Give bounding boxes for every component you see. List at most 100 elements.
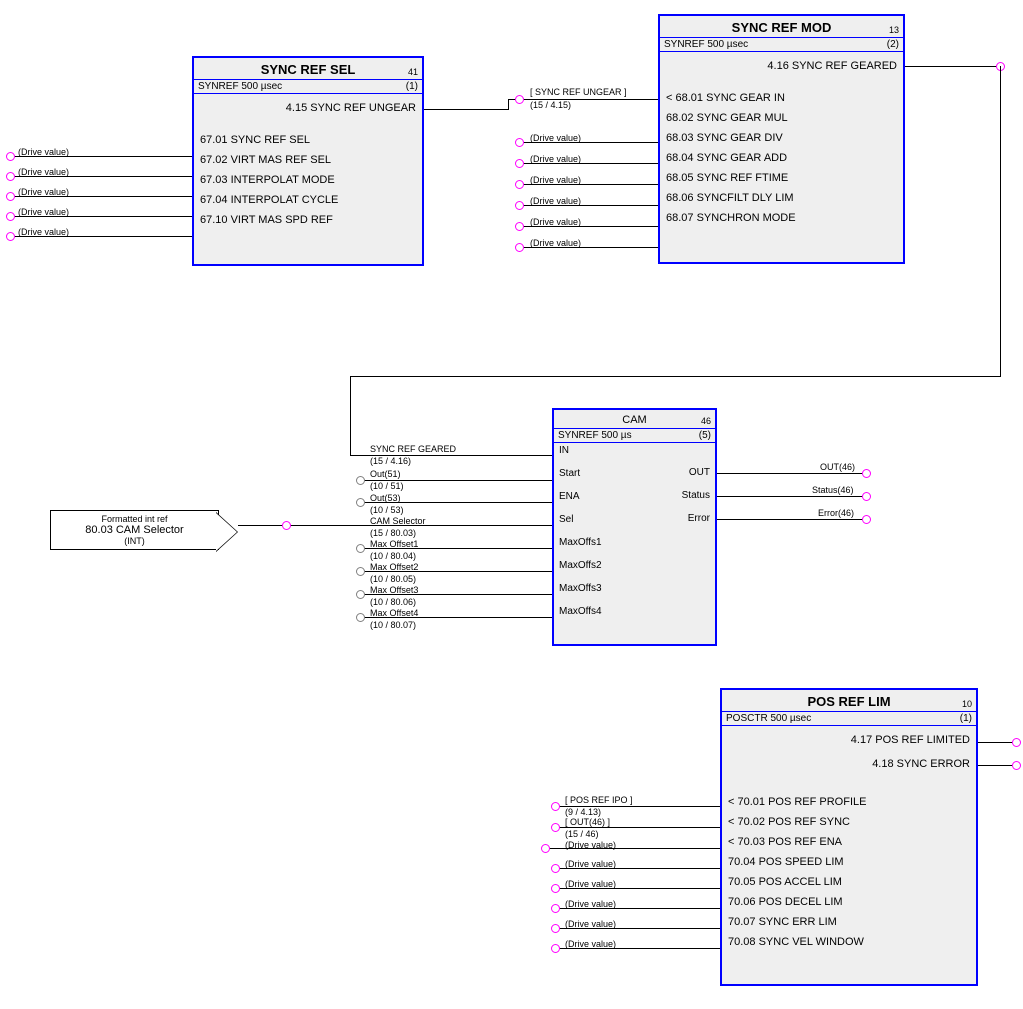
param-row: 70.06 POS DECEL LIM [722, 892, 976, 912]
selector-arrow-fill [216, 513, 237, 551]
pin [551, 802, 560, 811]
pin [551, 904, 560, 913]
param-row: 67.01 SYNC REF SEL [194, 130, 422, 150]
block-sync-ref-mod: SYNC REF MOD 13 SYNREF 500 µsec (2) 4.16… [658, 14, 905, 264]
pin [1012, 738, 1021, 747]
output-row: 4.15 SYNC REF UNGEAR [194, 94, 422, 122]
cam-selector-tag: Formatted int ref 80.03 CAM Selector (IN… [50, 510, 219, 550]
timing-row: SYNREF 500 µsec (1) [194, 79, 422, 94]
cam-out-label: OUT(46) [820, 462, 855, 472]
pin [551, 884, 560, 893]
pin [515, 243, 524, 252]
cam-in-port: ENA [554, 489, 634, 504]
pin [356, 590, 365, 599]
output-row: 4.16 SYNC REF GEARED [660, 52, 903, 80]
cam-out-label: Status(46) [812, 485, 854, 495]
param-row: < 68.01 SYNC GEAR IN [660, 88, 903, 108]
block-title: SYNC REF MOD 13 [660, 16, 903, 37]
drive-value-label: (Drive value) [530, 133, 581, 143]
drive-value-label: (Drive value) [530, 175, 581, 185]
param-row: 68.05 SYNC REF FTIME [660, 168, 903, 188]
wire [424, 109, 508, 110]
block-title: CAM 46 [554, 410, 715, 428]
pos-in-label: [ OUT(46) ] [565, 817, 610, 827]
cam-in-sub: (10 / 80.04) [370, 551, 416, 561]
pin [515, 159, 524, 168]
cam-out-label: Error(46) [818, 508, 854, 518]
block-title: POS REF LIM 10 [722, 690, 976, 711]
timing-right: (1) [960, 713, 972, 724]
timing-right: (2) [887, 39, 899, 50]
output-row: 4.18 SYNC ERROR [722, 754, 976, 774]
cam-in-label: CAM Selector [370, 516, 426, 526]
drive-value-label: (Drive value) [565, 859, 616, 869]
param-row: < 70.02 POS REF SYNC [722, 812, 976, 832]
cam-in-label: SYNC REF GEARED [370, 444, 456, 454]
param-row: < 70.01 POS REF PROFILE [722, 792, 976, 812]
wire [978, 765, 1016, 766]
block-pos-ref-lim: POS REF LIM 10 POSCTR 500 µsec (1) 4.17 … [720, 688, 978, 986]
timing-left: SYNREF 500 µsec [198, 81, 282, 92]
block-cam: CAM 46 SYNREF 500 µs (5) IN Start ENA Se… [552, 408, 717, 646]
pos-in-label: [ POS REF IPO ] [565, 795, 633, 805]
param-row: 68.06 SYNCFILT DLY LIM [660, 188, 903, 208]
wire [905, 66, 1000, 67]
cam-in-sub: (15 / 80.03) [370, 528, 416, 538]
cam-in-port: MaxOffs1 [554, 535, 634, 550]
block-index: 10 [962, 699, 972, 709]
block-index: 13 [889, 25, 899, 35]
cam-in-label: Max Offset4 [370, 608, 418, 618]
pin [6, 172, 15, 181]
pin [356, 613, 365, 622]
pin [515, 222, 524, 231]
wire [978, 742, 1016, 743]
pin [356, 498, 365, 507]
block-sync-ref-sel: SYNC REF SEL 41 SYNREF 500 µsec (1) 4.15… [192, 56, 424, 266]
selector-line1: Formatted int ref [57, 514, 212, 524]
pin [551, 944, 560, 953]
wire [350, 376, 1001, 377]
pin [6, 232, 15, 241]
drive-value-label: (Drive value) [565, 919, 616, 929]
drive-value-label: (Drive value) [565, 879, 616, 889]
block-title: SYNC REF SEL 41 [194, 58, 422, 79]
title-text: SYNC REF MOD [732, 20, 832, 35]
drive-value-label: (Drive value) [18, 227, 69, 237]
output-row: 4.17 POS REF LIMITED [722, 726, 976, 754]
drive-value-label: (Drive value) [565, 939, 616, 949]
pin [356, 476, 365, 485]
pin [515, 138, 524, 147]
cam-in-sub: (10 / 53) [370, 505, 404, 515]
drive-value-label: (Drive value) [565, 840, 616, 850]
timing-row: SYNREF 500 µsec (2) [660, 37, 903, 52]
cam-in-label: Max Offset1 [370, 539, 418, 549]
diagram-canvas: SYNC REF SEL 41 SYNREF 500 µsec (1) 4.15… [0, 0, 1023, 1009]
cam-in-port: Sel [554, 512, 634, 527]
timing-row: POSCTR 500 µsec (1) [722, 711, 976, 726]
pin [515, 95, 524, 104]
wire [300, 525, 552, 526]
wire [717, 496, 865, 497]
pin [551, 924, 560, 933]
pin [862, 492, 871, 501]
cam-out-port: Error [635, 511, 715, 526]
cam-in-port: MaxOffs2 [554, 558, 634, 573]
cam-in-port: MaxOffs4 [554, 604, 634, 619]
output-label: 4.16 SYNC REF GEARED [767, 60, 897, 72]
title-text: SYNC REF SEL [261, 62, 356, 77]
pin [551, 823, 560, 832]
pin [862, 515, 871, 524]
selector-line3: (INT) [57, 536, 212, 546]
cam-in-sub: (10 / 51) [370, 481, 404, 491]
drive-value-label: (Drive value) [18, 207, 69, 217]
block-index: 41 [408, 67, 418, 77]
param-row: 68.07 SYNCHRON MODE [660, 208, 903, 228]
param-row: 67.03 INTERPOLAT MODE [194, 170, 422, 190]
drive-value-label: (Drive value) [530, 217, 581, 227]
param-row: 70.05 POS ACCEL LIM [722, 872, 976, 892]
wire [717, 473, 865, 474]
timing-left: POSCTR 500 µsec [726, 713, 811, 724]
param-row: 68.04 SYNC GEAR ADD [660, 148, 903, 168]
cam-in-sub: (10 / 80.06) [370, 597, 416, 607]
pin [515, 180, 524, 189]
